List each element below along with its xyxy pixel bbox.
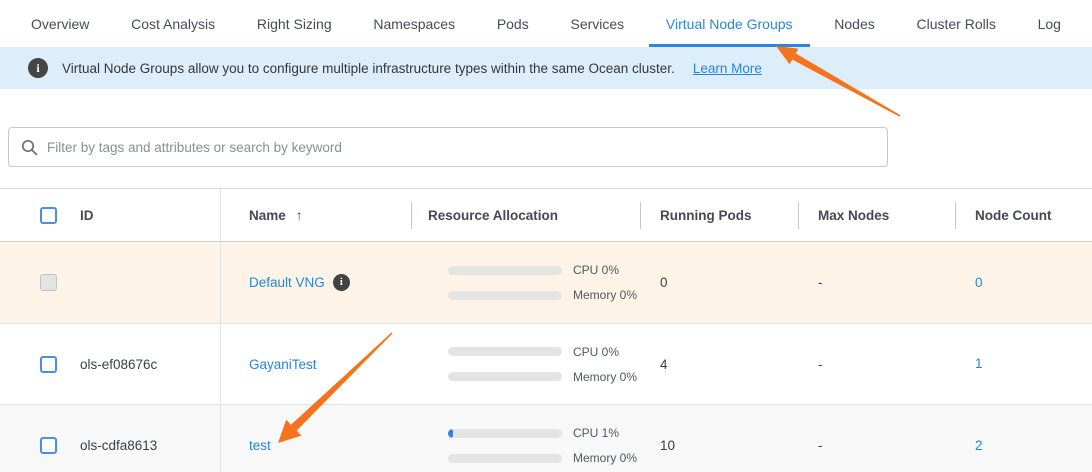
- tab-cluster-rolls[interactable]: Cluster Rolls: [899, 0, 1012, 47]
- tab-overview[interactable]: Overview: [14, 0, 106, 47]
- tab-virtual-node-groups[interactable]: Virtual Node Groups: [649, 0, 810, 47]
- node-count-link[interactable]: 1: [975, 356, 983, 371]
- vng-table: ID Name ↑ Resource Allocation Running Po…: [0, 188, 1092, 472]
- cpu-label: CPU 0%: [573, 345, 619, 359]
- tab-right-sizing[interactable]: Right Sizing: [240, 0, 349, 47]
- header-max-nodes: Max Nodes: [798, 189, 955, 241]
- vng-id: ols-cdfa8613: [60, 438, 220, 453]
- node-count-link[interactable]: 2: [975, 438, 983, 453]
- resource-allocation-cell: CPU 0% Memory 0%: [411, 263, 640, 302]
- ocean-cluster-page: Overview Cost Analysis Right Sizing Name…: [0, 0, 1092, 472]
- cpu-label: CPU 0%: [573, 263, 619, 277]
- cpu-usage-bar: [448, 429, 562, 438]
- cpu-label: CPU 1%: [573, 426, 619, 440]
- memory-usage-bar: [448, 372, 562, 381]
- select-all-checkbox[interactable]: [40, 207, 57, 224]
- vng-name-link[interactable]: Default VNG: [249, 275, 325, 290]
- header-resource-allocation: Resource Allocation: [411, 189, 640, 241]
- tab-bar: Overview Cost Analysis Right Sizing Name…: [0, 0, 1092, 47]
- running-pods-value: 10: [640, 438, 798, 453]
- row-checkbox[interactable]: [40, 437, 57, 454]
- header-node-count: Node Count: [955, 189, 1092, 241]
- tab-cost-analysis[interactable]: Cost Analysis: [114, 0, 232, 47]
- header-name-label: Name: [249, 208, 286, 223]
- resource-allocation-cell: CPU 1% Memory 0%: [411, 426, 640, 465]
- table-row-test: ols-cdfa8613 test CPU 1% Memory 0% 10 - …: [0, 405, 1092, 472]
- search-area: [8, 127, 1092, 167]
- memory-label: Memory 0%: [573, 451, 637, 465]
- table-row-default-vng: Default VNG i CPU 0% Memory 0% 0 - 0: [0, 242, 1092, 324]
- memory-label: Memory 0%: [573, 288, 637, 302]
- cpu-usage-bar: [448, 266, 562, 275]
- tab-services[interactable]: Services: [553, 0, 641, 47]
- header-id: ID: [60, 189, 220, 241]
- row-checkbox-disabled: [40, 274, 57, 291]
- vng-name-link[interactable]: test: [249, 438, 271, 453]
- node-count-link[interactable]: 0: [975, 275, 983, 290]
- cpu-usage-bar: [448, 347, 562, 356]
- row-checkbox[interactable]: [40, 356, 57, 373]
- sort-ascending-icon[interactable]: ↑: [296, 207, 303, 223]
- search-input[interactable]: [47, 140, 875, 155]
- filter-search-box[interactable]: [8, 127, 888, 167]
- header-running-pods: Running Pods: [640, 189, 798, 241]
- memory-label: Memory 0%: [573, 370, 637, 384]
- running-pods-value: 0: [640, 275, 798, 290]
- memory-usage-bar: [448, 291, 562, 300]
- tab-log[interactable]: Log: [1021, 0, 1078, 47]
- search-icon: [21, 139, 38, 156]
- table-row-gayanitest: ols-ef08676c GayaniTest CPU 0% Memory 0%…: [0, 324, 1092, 405]
- resource-allocation-cell: CPU 0% Memory 0%: [411, 345, 640, 384]
- header-name[interactable]: Name ↑: [220, 189, 411, 241]
- info-icon: i: [28, 58, 48, 78]
- memory-usage-bar: [448, 454, 562, 463]
- vng-id: ols-ef08676c: [60, 357, 220, 372]
- table-header-row: ID Name ↑ Resource Allocation Running Po…: [0, 189, 1092, 242]
- max-nodes-value: -: [798, 438, 955, 453]
- learn-more-link[interactable]: Learn More: [693, 61, 762, 76]
- vng-info-icon[interactable]: i: [333, 274, 350, 291]
- banner-text: Virtual Node Groups allow you to configu…: [62, 61, 675, 76]
- max-nodes-value: -: [798, 357, 955, 372]
- vng-name-link[interactable]: GayaniTest: [249, 357, 317, 372]
- tab-nodes[interactable]: Nodes: [817, 0, 891, 47]
- tab-namespaces[interactable]: Namespaces: [356, 0, 472, 47]
- max-nodes-value: -: [798, 275, 955, 290]
- info-banner: i Virtual Node Groups allow you to confi…: [0, 47, 1092, 89]
- running-pods-value: 4: [640, 357, 798, 372]
- tab-pods[interactable]: Pods: [480, 0, 546, 47]
